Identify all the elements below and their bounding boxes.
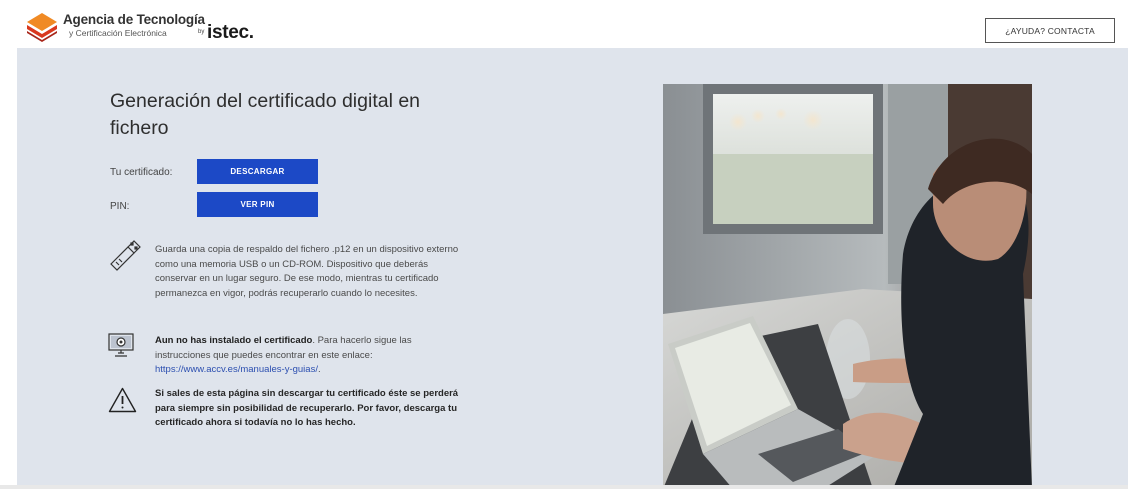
- bottom-divider: [0, 485, 1128, 489]
- install-note-bold: Aun no has instalado el certificado: [155, 335, 313, 346]
- warning-icon: [108, 387, 137, 413]
- view-pin-button[interactable]: VER PIN: [197, 192, 318, 217]
- brand-name: Agencia de Tecnología: [63, 12, 205, 27]
- install-note: Aun no has instalado el certificado. Par…: [155, 334, 465, 378]
- by-label: by: [198, 29, 205, 35]
- download-button[interactable]: DESCARGAR: [197, 159, 318, 184]
- pin-label: PIN:: [110, 201, 130, 212]
- certificate-label: Tu certificado:: [110, 167, 173, 178]
- backup-note: Guarda una copia de respaldo del fichero…: [155, 244, 459, 299]
- warning-note: Si sales de esta página sin descargar tu…: [155, 388, 459, 428]
- brand-subtitle: y Certificación Electrónica: [69, 27, 167, 38]
- manuals-link[interactable]: https://www.accv.es/manuales-y-guias/: [155, 364, 318, 375]
- page-title: Generación del certificado digital en fi…: [110, 90, 421, 139]
- usb-icon: [110, 240, 141, 271]
- header: Agencia de Tecnología y Certificación El…: [0, 0, 1128, 48]
- brand: Agencia de Tecnología y Certificación El…: [63, 13, 205, 37]
- help-contact-button[interactable]: ¿AYUDA? CONTACTA: [985, 18, 1115, 43]
- install-note-end: .: [317, 364, 321, 375]
- hero-photo: [663, 84, 1032, 489]
- computer-settings-icon: [108, 333, 134, 357]
- istec-logo: istec.: [207, 22, 254, 43]
- logo-icon: [27, 13, 57, 42]
